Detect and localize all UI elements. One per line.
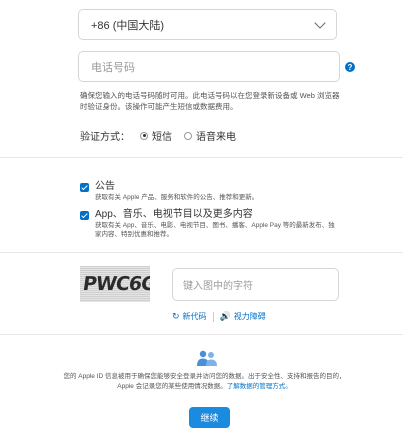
phone-number-input[interactable]: 电话号码 — [78, 51, 340, 82]
continue-button[interactable]: 继续 — [189, 407, 230, 428]
privacy-text: 您的 Apple ID 信息被用于确保您能够安全登录并访问您的数据。出于安全性、… — [62, 372, 347, 391]
country-code-value: +86 (中国大陆) — [91, 19, 165, 32]
vision-impaired-label: 视力障碍 — [233, 312, 266, 321]
phone-note: 确保您输入的电话号码随时可用。此电话号码以在您登录新设备或 Web 浏览器时验证… — [80, 91, 340, 111]
privacy-link[interactable]: 了解数据的管理方式。 — [227, 383, 292, 390]
radio-sms[interactable]: 短信 — [140, 128, 172, 143]
verification-label: 验证方式： — [80, 132, 130, 143]
captcha-input-placeholder: 键入图中的字符 — [183, 281, 253, 292]
country-code-select[interactable]: +86 (中国大陆) — [78, 9, 337, 40]
announcements-title: 公告 — [95, 181, 115, 192]
checkbox-checked-icon[interactable] — [80, 183, 89, 192]
radio-unselected-icon — [184, 131, 192, 140]
apps-music-description: 获取有关 App、音乐、电影、电视节目、图书、播客、Apple Pay 等的最新… — [95, 222, 335, 238]
refresh-icon: ↻ — [172, 311, 180, 321]
radio-voice-call[interactable]: 语音来电 — [184, 128, 236, 143]
link-separator — [212, 311, 214, 322]
vision-impaired-link[interactable]: 🔊 视力障碍 — [220, 311, 266, 322]
speaker-icon: 🔊 — [219, 311, 231, 321]
new-code-label: 新代码 — [182, 312, 207, 321]
captcha-image-text: PWC6G — [81, 273, 150, 295]
people-icon — [197, 350, 217, 366]
checkbox-checked-icon[interactable] — [80, 211, 89, 220]
privacy-body: 您的 Apple ID 信息被用于确保您能够安全登录并访问您的数据。出于安全性、… — [63, 373, 346, 390]
radio-selected-icon — [140, 131, 148, 140]
radio-voice-label: 语音来电 — [196, 132, 236, 143]
announcements-description: 获取有关 Apple 产品、服务和软件的公告、推荐和更新。 — [95, 194, 259, 201]
captcha-actions: ↻ 新代码 🔊 视力障碍 — [172, 311, 266, 322]
captcha-input[interactable]: 键入图中的字符 — [172, 268, 339, 301]
apps-music-title: App、音乐、电视节目以及更多内容 — [95, 209, 253, 220]
help-icon[interactable]: ? — [345, 62, 355, 72]
chevron-down-icon — [314, 16, 326, 29]
phone-number-placeholder: 电话号码 — [91, 61, 135, 74]
checkbox-announcements[interactable]: 公告 获取有关 Apple 产品、服务和软件的公告、推荐和更新。 — [80, 181, 340, 202]
section-divider — [0, 157, 403, 158]
radio-sms-label: 短信 — [152, 132, 172, 143]
section-divider — [0, 334, 403, 335]
section-divider — [0, 252, 403, 253]
captcha-image: PWC6G — [80, 266, 150, 302]
checkbox-apps-music[interactable]: App、音乐、电视节目以及更多内容 获取有关 App、音乐、电影、电视节目、图书… — [80, 209, 340, 239]
new-code-link[interactable]: ↻ 新代码 — [172, 311, 207, 322]
verification-method: 验证方式： 短信 语音来电 — [80, 128, 248, 143]
